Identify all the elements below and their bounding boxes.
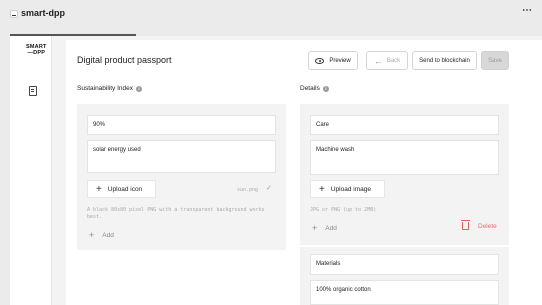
- plus-icon: +: [96, 183, 102, 195]
- upload-icon-button[interactable]: + Upload icon: [87, 180, 156, 198]
- detail-value-input[interactable]: 100% organic cotton: [310, 280, 499, 305]
- send-to-blockchain-button[interactable]: Send to blockchain: [412, 51, 477, 70]
- plus-icon: +: [319, 183, 325, 195]
- page-title: Digital product passport: [77, 55, 172, 65]
- delete-button[interactable]: Delete: [461, 220, 497, 230]
- info-icon[interactable]: i: [322, 85, 329, 92]
- plus-icon: +: [89, 230, 95, 240]
- sustainability-value-input[interactable]: 90%: [87, 115, 276, 135]
- upload-hint: JPG or PNG (up to 2MB): [310, 207, 377, 213]
- trash-icon: [461, 220, 470, 230]
- upload-image-button[interactable]: + Upload image: [310, 180, 385, 198]
- add-sustainability-button[interactable]: + Add: [89, 230, 114, 240]
- app-icon: [10, 10, 18, 18]
- arrow-left-icon: ←: [373, 55, 383, 66]
- file-name: sun.png: [237, 187, 259, 193]
- title-bar: smart-dpp ⋯: [0, 0, 542, 34]
- sustainability-index-label: Sustainability Index i: [77, 85, 143, 92]
- sidebar-rail: SMART —DPP: [10, 36, 52, 305]
- preview-button[interactable]: Preview: [308, 51, 358, 70]
- app-title: smart-dpp: [21, 8, 66, 18]
- more-horizontal-icon[interactable]: ⋯: [522, 5, 532, 16]
- document-icon[interactable]: [29, 86, 37, 96]
- brand-logo: SMART —DPP: [26, 44, 47, 56]
- back-button[interactable]: ← Back: [366, 51, 408, 70]
- eye-icon: [315, 57, 325, 64]
- plus-icon: +: [312, 223, 318, 233]
- detail-value-input[interactable]: Machine wash: [310, 140, 499, 175]
- details-label: Details i: [300, 85, 329, 92]
- info-icon[interactable]: i: [136, 85, 143, 92]
- sustainability-description-input[interactable]: solar energy used: [87, 140, 276, 173]
- add-detail-button[interactable]: + Add: [312, 223, 337, 233]
- detail-title-input[interactable]: Care: [310, 115, 499, 135]
- check-icon: ✓: [266, 185, 272, 192]
- upload-hint: A black 80x80 pixel PNG with a transpare…: [87, 207, 265, 220]
- save-button[interactable]: Save: [481, 51, 509, 70]
- detail-title-input[interactable]: Materials: [310, 254, 499, 275]
